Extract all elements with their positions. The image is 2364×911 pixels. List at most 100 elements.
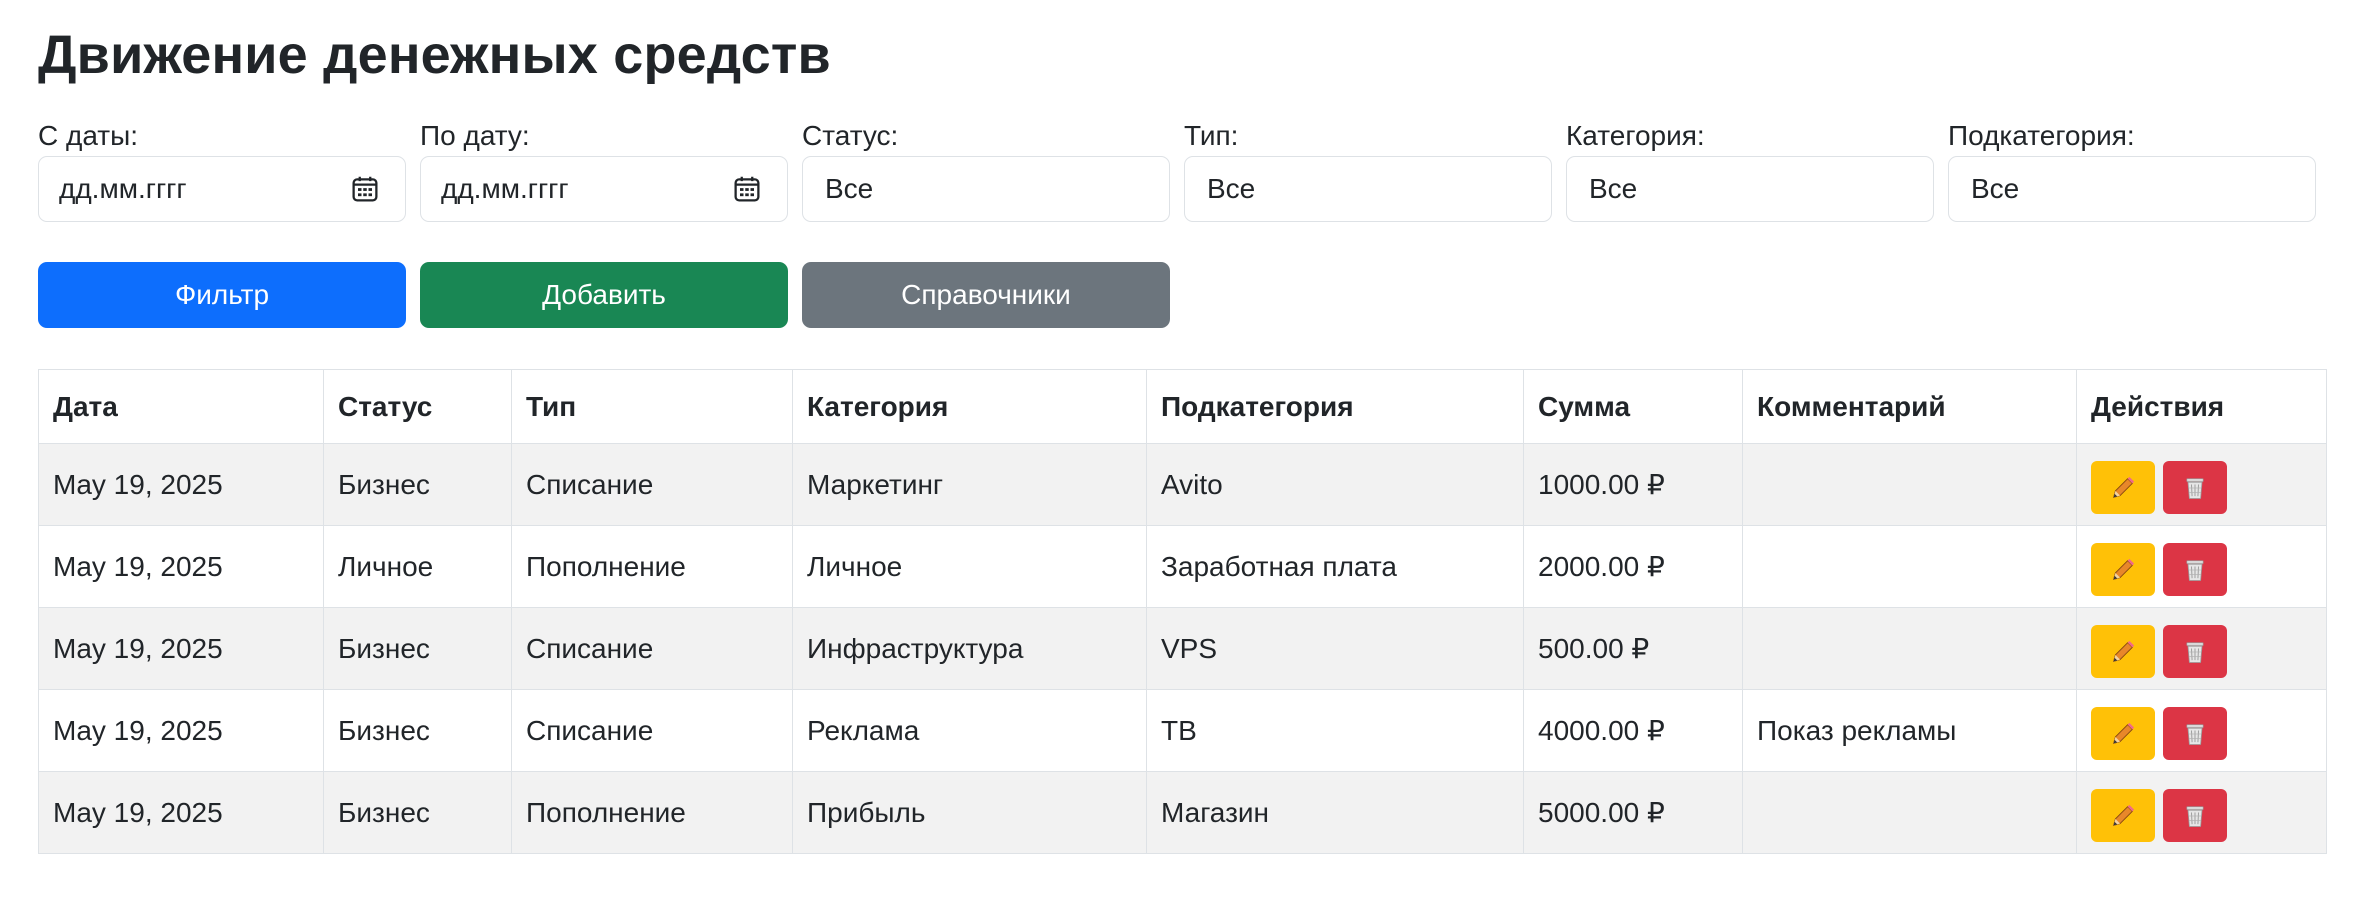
cell-actions	[2076, 443, 2327, 526]
calendar-icon[interactable]	[733, 175, 761, 203]
subcategory-label: Подкатегория:	[1948, 120, 2135, 151]
filter-date-to: По дату: дд.мм.гггг	[420, 116, 788, 222]
category-value: Все	[1589, 173, 1638, 204]
cell-subcategory: VPS	[1146, 607, 1524, 690]
edit-button[interactable]	[2091, 789, 2155, 842]
cell-subcategory: Магазин	[1146, 771, 1524, 854]
row-actions	[2091, 783, 2312, 842]
cell-date: May 19, 2025	[38, 771, 324, 854]
cell-date: May 19, 2025	[38, 689, 324, 772]
cell-type: Списание	[511, 607, 793, 690]
table-row: May 19, 2025 Личное Пополнение Личное За…	[38, 525, 2327, 608]
subcategory-select[interactable]: Все	[1948, 156, 2316, 222]
header-date: Дата	[38, 369, 324, 444]
cell-category: Прибыль	[792, 771, 1147, 854]
cell-category: Маркетинг	[792, 443, 1147, 526]
header-actions: Действия	[2076, 369, 2327, 444]
table-row: May 19, 2025 Бизнес Списание Маркетинг A…	[38, 443, 2327, 526]
filter-category: Категория: Все	[1566, 116, 1934, 222]
type-select[interactable]: Все	[1184, 156, 1552, 222]
filter-date-from: С даты: дд.мм.гггг	[38, 116, 406, 222]
pencil-icon	[2113, 640, 2135, 662]
cell-category: Личное	[792, 525, 1147, 608]
pencil-icon	[2113, 804, 2135, 826]
cell-date: May 19, 2025	[38, 607, 324, 690]
trash-icon	[2186, 805, 2204, 827]
cell-comment	[1742, 443, 2077, 526]
date-to-placeholder: дд.мм.гггг	[441, 173, 569, 204]
filter-type: Тип: Все	[1184, 116, 1552, 222]
filter-button[interactable]: Фильтр	[38, 262, 406, 328]
filter-row: С даты: дд.мм.гггг По дату: дд.мм.гггг С…	[38, 116, 2316, 222]
pencil-icon	[2113, 476, 2135, 498]
filter-status: Статус: Все	[802, 116, 1170, 222]
cell-status: Бизнес	[323, 443, 512, 526]
pencil-icon	[2113, 558, 2135, 580]
cell-type: Пополнение	[511, 771, 793, 854]
cell-amount: 2000.00 ₽	[1523, 525, 1743, 608]
date-to-input[interactable]: дд.мм.гггг	[420, 156, 788, 222]
delete-button[interactable]	[2163, 461, 2227, 514]
edit-button[interactable]	[2091, 707, 2155, 760]
cell-category: Реклама	[792, 689, 1147, 772]
delete-button[interactable]	[2163, 789, 2227, 842]
category-label: Категория:	[1566, 120, 1705, 151]
cell-status: Бизнес	[323, 607, 512, 690]
references-button[interactable]: Справочники	[802, 262, 1170, 328]
cell-actions	[2076, 607, 2327, 690]
filter-subcategory: Подкатегория: Все	[1948, 116, 2316, 222]
cell-amount: 5000.00 ₽	[1523, 771, 1743, 854]
table-row: May 19, 2025 Бизнес Пополнение Прибыль М…	[38, 771, 2327, 854]
cell-amount: 500.00 ₽	[1523, 607, 1743, 690]
trash-icon	[2186, 559, 2204, 581]
calendar-icon[interactable]	[351, 175, 379, 203]
table-row: May 19, 2025 Бизнес Списание Реклама ТВ …	[38, 689, 2327, 772]
status-value: Все	[825, 173, 874, 204]
cell-type: Списание	[511, 689, 793, 772]
pencil-icon	[2113, 722, 2135, 744]
date-from-placeholder: дд.мм.гггг	[59, 173, 187, 204]
status-select[interactable]: Все	[802, 156, 1170, 222]
subcategory-value: Все	[1971, 173, 2020, 204]
trash-icon	[2186, 641, 2204, 663]
row-actions	[2091, 619, 2312, 678]
add-button[interactable]: Добавить	[420, 262, 788, 328]
cell-date: May 19, 2025	[38, 443, 324, 526]
header-subcategory: Подкатегория	[1146, 369, 1524, 444]
transactions-table-wrap: Дата Статус Тип Категория Подкатегория С…	[38, 369, 2327, 854]
cell-comment	[1742, 771, 2077, 854]
category-select[interactable]: Все	[1566, 156, 1934, 222]
delete-button[interactable]	[2163, 707, 2227, 760]
cell-subcategory: ТВ	[1146, 689, 1524, 772]
cell-actions	[2076, 689, 2327, 772]
transactions-table: Дата Статус Тип Категория Подкатегория С…	[38, 369, 2327, 854]
cell-type: Списание	[511, 443, 793, 526]
header-status: Статус	[323, 369, 512, 444]
cell-subcategory: Avito	[1146, 443, 1524, 526]
row-actions	[2091, 701, 2312, 760]
type-value: Все	[1207, 173, 1256, 204]
cell-comment	[1742, 525, 2077, 608]
button-row: Фильтр Добавить Справочники	[38, 262, 1170, 328]
cell-status: Личное	[323, 525, 512, 608]
table-header-row: Дата Статус Тип Категория Подкатегория С…	[38, 369, 2327, 444]
header-category: Категория	[792, 369, 1147, 444]
page-title: Движение денежных средств	[38, 25, 831, 85]
cell-status: Бизнес	[323, 771, 512, 854]
delete-button[interactable]	[2163, 543, 2227, 596]
edit-button[interactable]	[2091, 461, 2155, 514]
table-row: May 19, 2025 Бизнес Списание Инфраструкт…	[38, 607, 2327, 690]
cell-amount: 4000.00 ₽	[1523, 689, 1743, 772]
cell-date: May 19, 2025	[38, 525, 324, 608]
date-to-label: По дату:	[420, 120, 530, 151]
cell-status: Бизнес	[323, 689, 512, 772]
status-label: Статус:	[802, 120, 899, 151]
delete-button[interactable]	[2163, 625, 2227, 678]
header-comment: Комментарий	[1742, 369, 2077, 444]
row-actions	[2091, 455, 2312, 514]
date-from-input[interactable]: дд.мм.гггг	[38, 156, 406, 222]
cell-amount: 1000.00 ₽	[1523, 443, 1743, 526]
row-actions	[2091, 537, 2312, 596]
edit-button[interactable]	[2091, 543, 2155, 596]
edit-button[interactable]	[2091, 625, 2155, 678]
